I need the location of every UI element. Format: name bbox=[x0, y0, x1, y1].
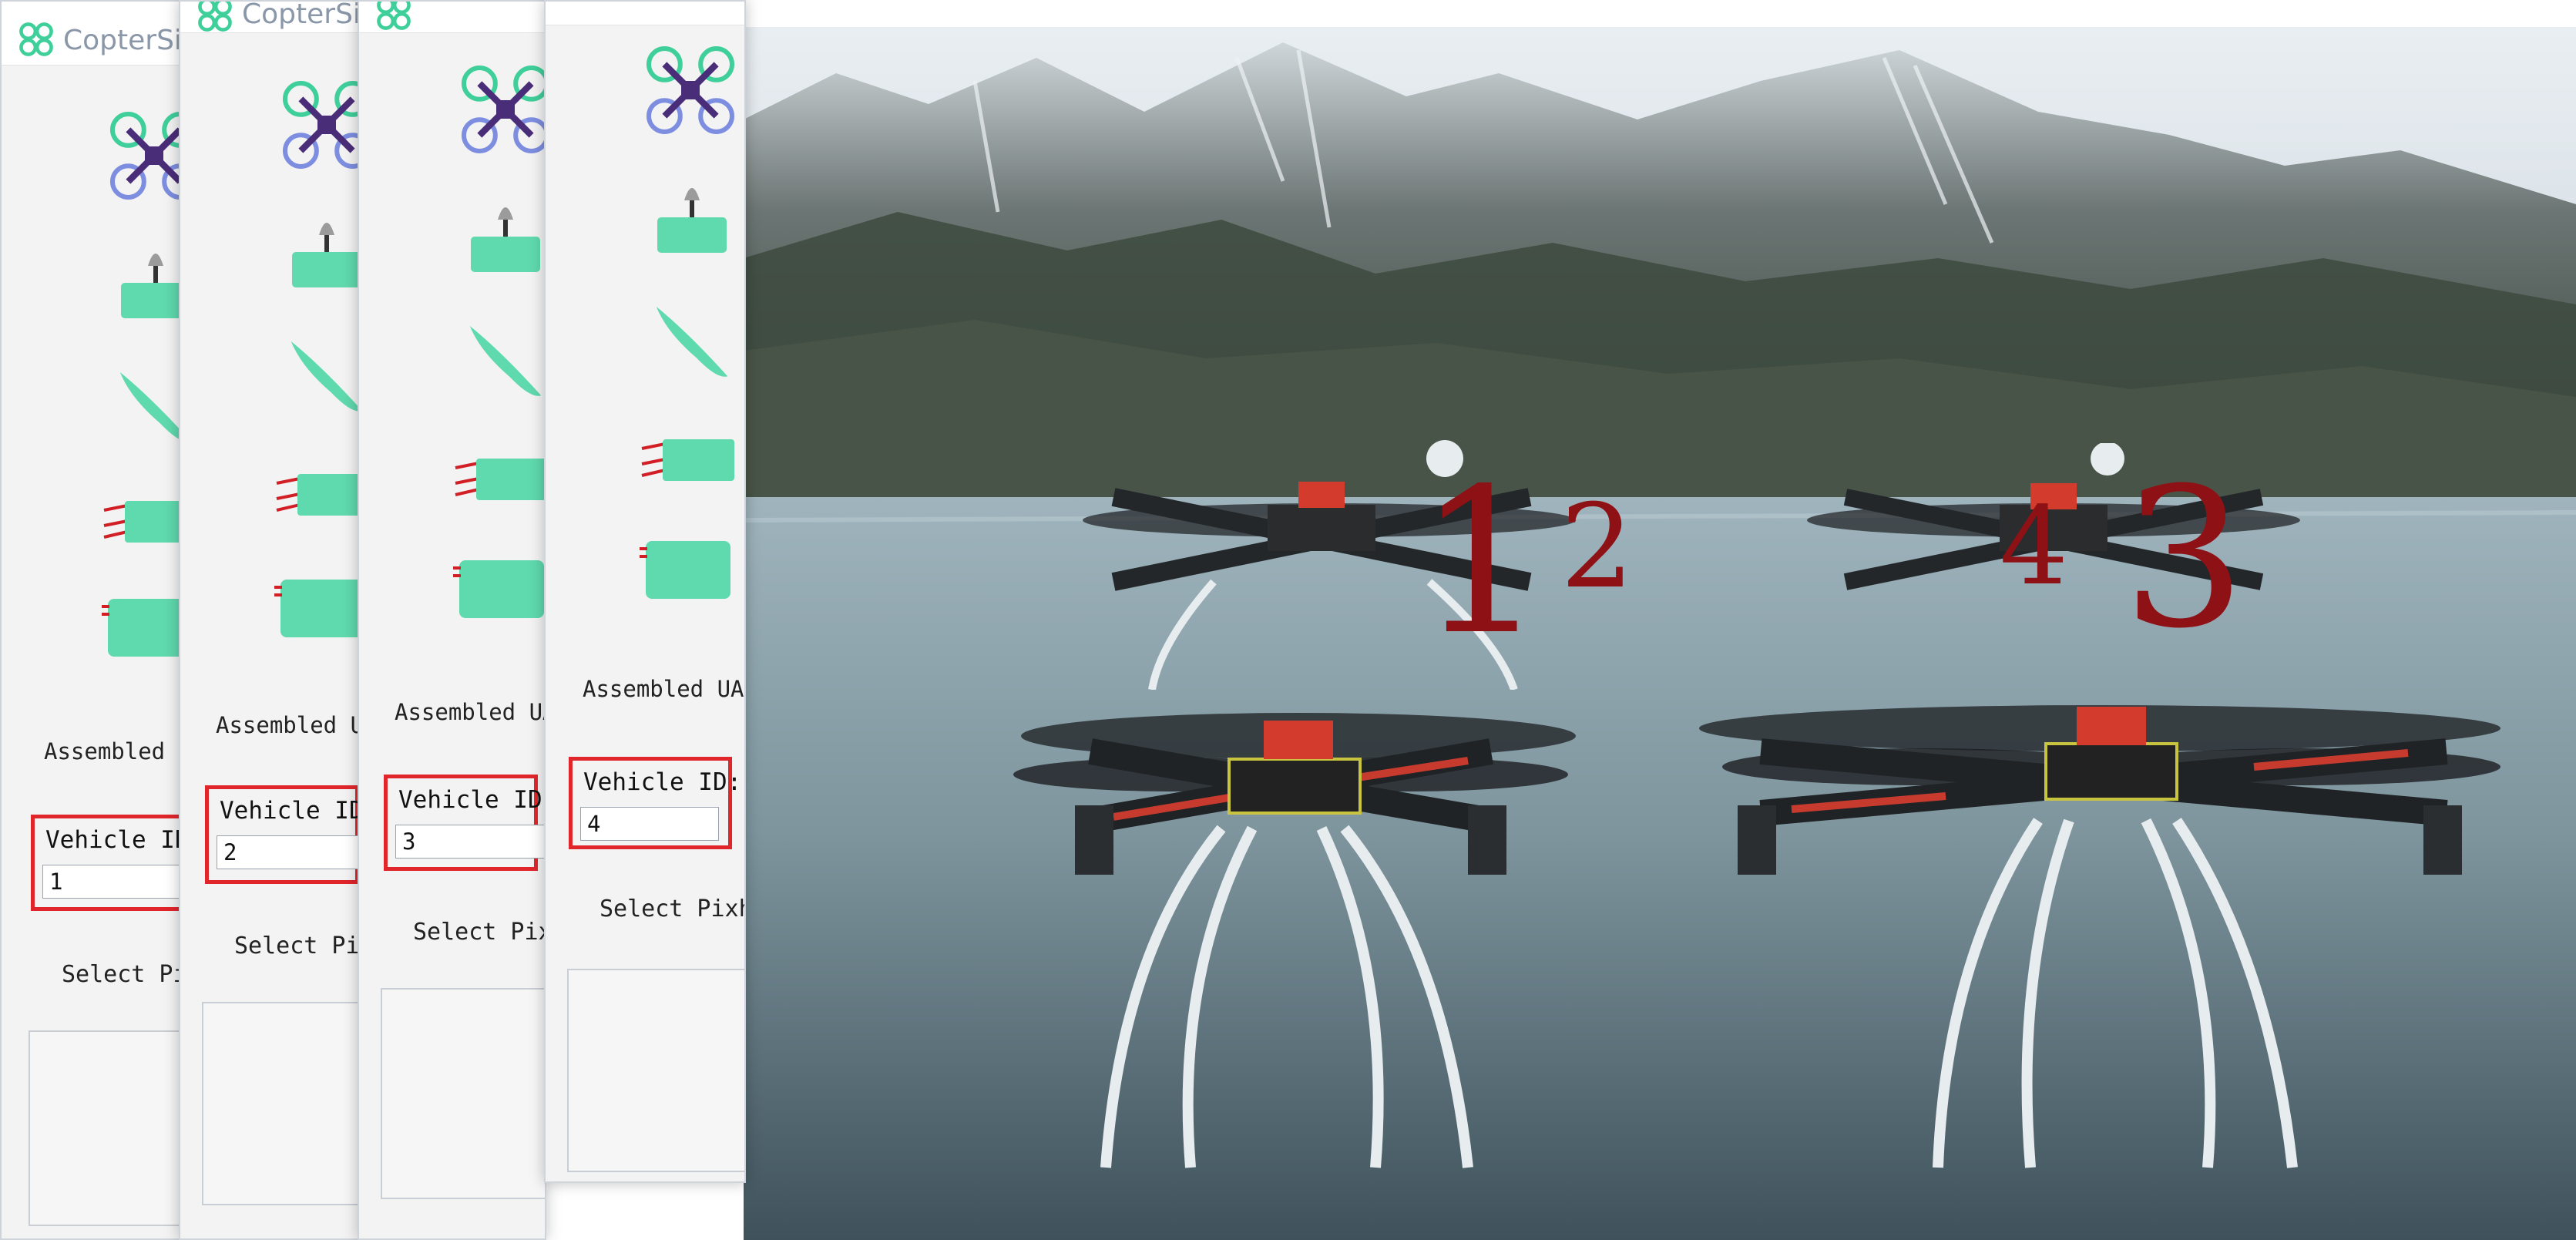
gps-antenna-icon[interactable] bbox=[653, 171, 730, 256]
drone-label-1: 1 bbox=[1418, 446, 1546, 679]
title-bar[interactable]: CopterSim bbox=[180, 2, 366, 33]
app-logo-icon bbox=[377, 2, 411, 30]
title-bar[interactable] bbox=[359, 2, 545, 33]
assembled-uav-label: Assembled UAV bbox=[44, 738, 187, 764]
battery-icon[interactable] bbox=[638, 533, 730, 603]
select-pixhawk-label: Select Pixhawk bbox=[234, 933, 366, 959]
select-pixhawk-label: Select Pixhawk bbox=[599, 896, 744, 922]
coptersim-window-3[interactable]: Assembled UAV Vehicle ID: Select Pixhawk bbox=[358, 0, 546, 1240]
motor-icon[interactable] bbox=[273, 468, 368, 522]
vehicle-id-label: Vehicle ID: bbox=[45, 826, 189, 854]
drone-label-2: 2 bbox=[1560, 480, 1634, 614]
app-logo-icon bbox=[198, 2, 232, 32]
battery-icon[interactable] bbox=[452, 553, 544, 622]
vehicle-id-input[interactable] bbox=[580, 807, 719, 841]
vehicle-id-input[interactable] bbox=[42, 865, 187, 899]
vehicle-id-highlight: Vehicle ID: bbox=[384, 775, 545, 871]
window-title: CopterSim bbox=[63, 25, 187, 56]
quadcopter-icon[interactable] bbox=[280, 79, 368, 171]
vehicle-id-highlight: Vehicle ID: bbox=[31, 815, 187, 911]
select-pixhawk-label: Select Pixhawk bbox=[413, 919, 545, 946]
pixhawk-list-panel[interactable] bbox=[381, 988, 545, 1199]
assembled-uav-label: Assembled UAV bbox=[216, 712, 366, 738]
pixhawk-list-panel[interactable] bbox=[202, 1002, 366, 1205]
quadcopter-icon[interactable] bbox=[108, 109, 189, 202]
coptersim-window-2[interactable]: CopterSim Assembled UAV Vehicle ID: Sele… bbox=[179, 0, 368, 1240]
drone-label-3: 3 bbox=[2123, 446, 2246, 670]
motor-icon[interactable] bbox=[100, 495, 189, 549]
vehicle-id-input[interactable] bbox=[395, 825, 545, 859]
propeller-icon[interactable] bbox=[113, 364, 189, 449]
coptersim-window-4[interactable]: Assembled UAV Vehicle ID: Select Pixhawk bbox=[544, 0, 746, 1183]
propeller-icon[interactable] bbox=[463, 318, 546, 402]
drone-3 bbox=[1699, 705, 2500, 1168]
battery-icon[interactable] bbox=[100, 591, 189, 660]
quadcopter-icon[interactable] bbox=[459, 63, 546, 156]
assembled-uav-label: Assembled UAV bbox=[583, 676, 746, 702]
vehicle-id-highlight: Vehicle ID: bbox=[569, 757, 741, 849]
title-bar[interactable] bbox=[546, 2, 744, 25]
drone-label-4: 4 bbox=[2000, 484, 2069, 610]
vehicle-id-label: Vehicle ID: bbox=[583, 768, 742, 796]
pixhawk-list-panel[interactable] bbox=[29, 1030, 187, 1226]
window-title: CopterSim bbox=[242, 0, 366, 30]
battery-icon[interactable] bbox=[273, 572, 365, 641]
pixhawk-list-panel[interactable] bbox=[567, 969, 744, 1172]
motor-icon[interactable] bbox=[638, 433, 734, 487]
vehicle-id-highlight: Vehicle ID: bbox=[205, 785, 366, 884]
vehicle-id-input[interactable] bbox=[217, 835, 366, 869]
app-logo-icon bbox=[19, 22, 53, 56]
simulation-3d-view[interactable]: 1 2 4 3 bbox=[744, 27, 2576, 1240]
assembled-uav-label: Assembled UAV bbox=[395, 699, 545, 725]
gps-antenna-icon[interactable] bbox=[467, 190, 544, 275]
propeller-icon[interactable] bbox=[650, 298, 734, 383]
vehicle-id-label: Vehicle ID: bbox=[398, 786, 546, 814]
gps-antenna-icon[interactable] bbox=[288, 206, 365, 291]
propeller-icon[interactable] bbox=[284, 333, 368, 418]
title-bar[interactable]: CopterSim bbox=[2, 2, 187, 66]
drone-1 bbox=[1013, 713, 1576, 1168]
select-pixhawk-label: Select Pixhawk bbox=[62, 961, 187, 988]
motor-icon[interactable] bbox=[452, 452, 546, 506]
quadcopter-icon[interactable] bbox=[644, 44, 737, 136]
coptersim-window-1[interactable]: CopterSim Assembled UAV Vehicle ID: Sele… bbox=[0, 0, 189, 1240]
vehicle-id-label: Vehicle ID: bbox=[220, 797, 368, 825]
